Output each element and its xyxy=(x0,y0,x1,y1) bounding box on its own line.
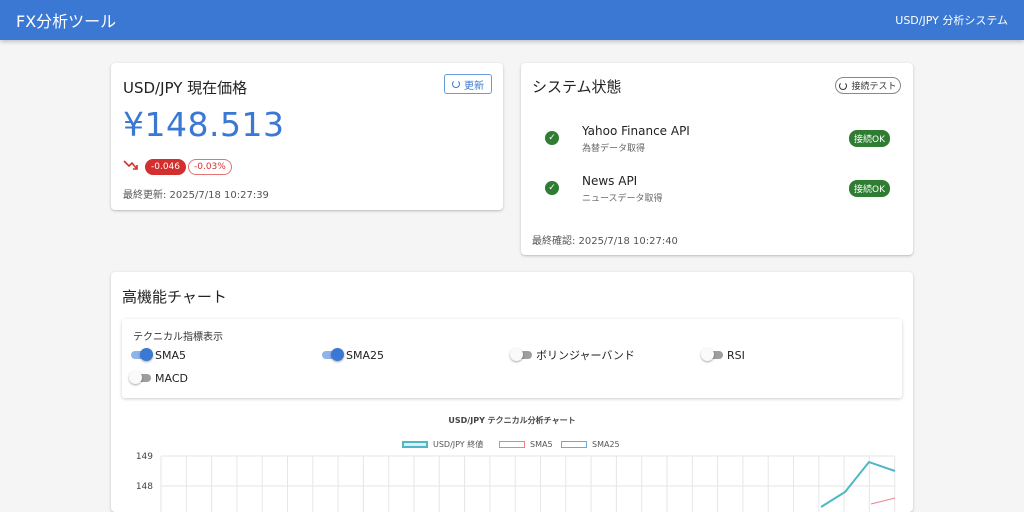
toggle-label: MACD xyxy=(155,371,188,385)
price-card-title: USD/JPY 現在価格 xyxy=(123,79,248,97)
indicator-panel: テクニカル指標表示 SMA5 SMA25 ボリンジャーバンド RSI MACD xyxy=(122,319,902,398)
toggle-label: SMA5 xyxy=(155,348,186,362)
chart-card: 高機能チャート テクニカル指標表示 SMA5 SMA25 ボリンジャーバンド R… xyxy=(111,272,913,512)
connection-test-button[interactable]: 接続テスト xyxy=(835,77,901,94)
switch-knob xyxy=(510,348,523,361)
price-change-chip: -0.046 xyxy=(145,159,187,175)
legend-swatch xyxy=(561,440,587,448)
switch-knob xyxy=(140,348,153,361)
current-price: ¥148.513 xyxy=(123,105,285,144)
legend-item-sma25[interactable]: SMA25 xyxy=(561,438,620,450)
legend-item-sma5[interactable]: SMA5 xyxy=(499,438,553,450)
refresh-button[interactable]: 更新 xyxy=(444,74,492,94)
service-description: ニュースデータ取得 xyxy=(582,194,663,204)
trending-down-icon xyxy=(123,160,138,170)
check-circle-icon: ✓ xyxy=(545,181,559,195)
last-checked: 最終確認: 2025/7/18 10:27:40 xyxy=(532,236,678,247)
price-chart: 149 148 xyxy=(136,452,896,512)
switch-track xyxy=(701,348,723,361)
system-status-card: システム状態 接続テスト ✓ Yahoo Finance API 為替データ取得… xyxy=(521,63,913,255)
price-card: USD/JPY 現在価格 更新 ¥148.513 -0.046 -0.03% 最… xyxy=(111,63,503,210)
legend-label: SMA5 xyxy=(530,439,553,449)
refresh-icon xyxy=(839,81,848,90)
toggle-label: RSI xyxy=(727,348,745,362)
toggle-label: SMA25 xyxy=(346,348,384,362)
legend-swatch xyxy=(499,440,525,448)
y-tick-label: 148 xyxy=(136,482,153,492)
check-circle-icon: ✓ xyxy=(545,131,559,145)
toggle-sma5[interactable]: SMA5 xyxy=(131,348,186,362)
last-updated: 最終更新: 2025/7/18 10:27:39 xyxy=(123,190,269,201)
status-row-news: ✓ News API ニュースデータ取得 接続OK xyxy=(521,168,913,208)
refresh-label: 更新 xyxy=(464,80,484,92)
toggle-macd[interactable]: MACD xyxy=(129,371,188,385)
legend-label: SMA25 xyxy=(592,439,620,449)
y-tick-label: 149 xyxy=(136,452,153,462)
indicator-panel-label: テクニカル指標表示 xyxy=(133,332,223,343)
app-title: FX分析ツール xyxy=(16,12,117,31)
legend-swatch xyxy=(402,440,428,448)
switch-track xyxy=(322,348,344,361)
status-row-yahoo: ✓ Yahoo Finance API 為替データ取得 接続OK xyxy=(521,118,913,158)
toggle-bollinger[interactable]: ボリンジャーバンド xyxy=(510,348,635,362)
service-name: News API xyxy=(582,174,638,188)
legend-item-close[interactable]: USD/JPY 終値 xyxy=(402,438,483,450)
series-line xyxy=(820,460,896,508)
chart-card-title: 高機能チャート xyxy=(122,288,227,306)
switch-knob xyxy=(129,371,142,384)
status-badge: 接続OK xyxy=(849,130,890,147)
service-name: Yahoo Finance API xyxy=(582,124,690,138)
legend-label: USD/JPY 終値 xyxy=(433,439,484,449)
price-change-percent-chip: -0.03% xyxy=(188,159,232,175)
switch-track xyxy=(129,371,151,384)
refresh-icon xyxy=(452,80,460,88)
service-description: 為替データ取得 xyxy=(582,144,646,154)
switch-track xyxy=(131,348,153,361)
connection-test-label: 接続テスト xyxy=(851,82,897,92)
status-badge: 接続OK xyxy=(849,180,890,197)
toggle-rsi[interactable]: RSI xyxy=(701,348,745,362)
switch-knob xyxy=(701,348,714,361)
switch-track xyxy=(510,348,532,361)
system-card-title: システム状態 xyxy=(532,78,622,96)
series-line xyxy=(870,497,896,505)
toggle-label: ボリンジャーバンド xyxy=(536,349,635,362)
app-subtitle: USD/JPY 分析システム xyxy=(895,14,1008,27)
switch-knob xyxy=(331,348,344,361)
chart-title: USD/JPY テクニカル分析チャート xyxy=(448,416,576,425)
app-bar: FX分析ツール USD/JPY 分析システム xyxy=(0,0,1024,40)
toggle-sma25[interactable]: SMA25 xyxy=(322,348,384,362)
